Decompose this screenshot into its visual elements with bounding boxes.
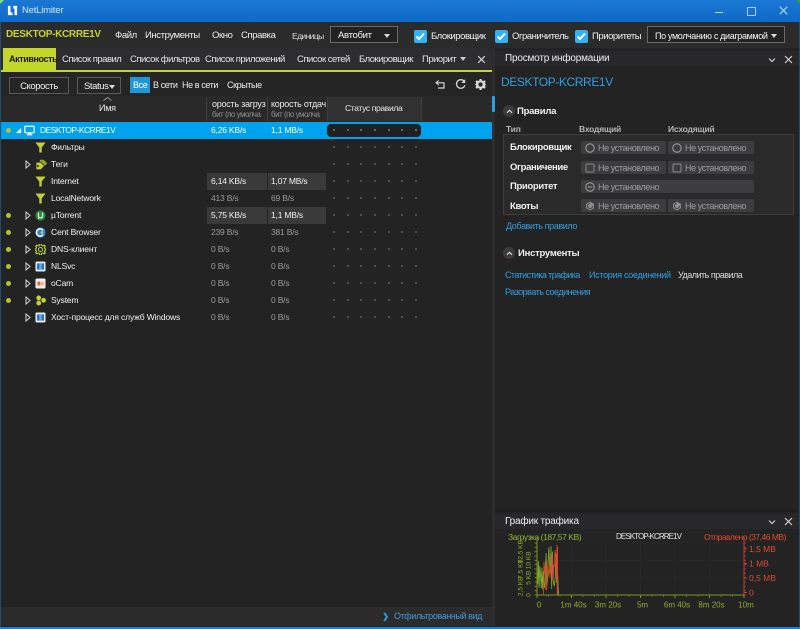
- svg-text:0,5 MB: 0,5 MB: [749, 573, 776, 583]
- svg-text:6m 40s: 6m 40s: [664, 601, 690, 610]
- svg-text:3m 20s: 3m 20s: [595, 601, 621, 610]
- svg-text:5 KB: 5 KB: [526, 571, 533, 585]
- svg-text:7,5 KB: 7,5 KB: [518, 559, 525, 579]
- svg-text:0: 0: [526, 593, 533, 597]
- svg-text:10m: 10m: [738, 601, 754, 610]
- svg-text:0: 0: [749, 588, 754, 598]
- svg-text:1m 40s: 1m 40s: [560, 601, 586, 610]
- svg-text:10 KB: 10 KB: [526, 551, 533, 569]
- svg-text:0: 0: [537, 601, 542, 610]
- svg-text:2,5 KB: 2,5 KB: [518, 577, 525, 597]
- svg-text:5m: 5m: [637, 601, 648, 610]
- svg-text:1,5 MB: 1,5 MB: [749, 544, 776, 554]
- svg-text:1 MB: 1 MB: [749, 559, 769, 569]
- svg-text:8m 20s: 8m 20s: [698, 601, 724, 610]
